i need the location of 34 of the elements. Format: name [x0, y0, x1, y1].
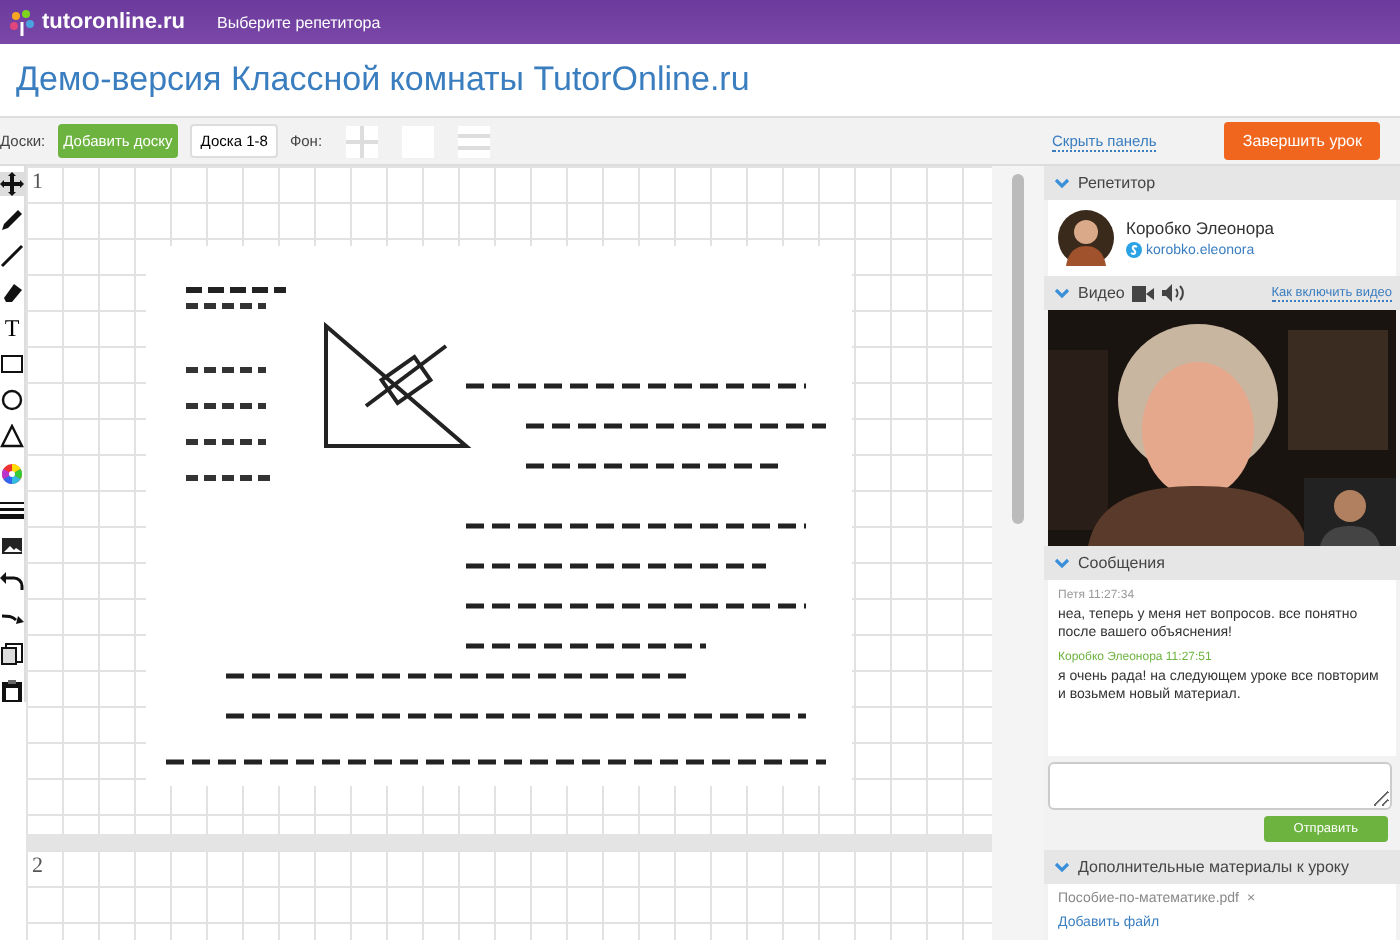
skype-icon — [1126, 242, 1142, 258]
page-number: 2 — [32, 854, 45, 878]
clipboard-icon[interactable] — [0, 677, 24, 702]
message-input[interactable] — [1048, 762, 1392, 810]
section-title[interactable]: Сообщения — [1078, 554, 1165, 572]
undo-icon[interactable] — [0, 569, 24, 594]
page-number: 1 — [32, 170, 45, 194]
line-icon[interactable] — [0, 244, 24, 269]
line-thickness-icon[interactable] — [0, 497, 24, 522]
whiteboard-page[interactable]: 2 — [26, 850, 993, 940]
chevron-icon — [1054, 287, 1070, 299]
section-title[interactable]: Видео — [1078, 284, 1125, 302]
color-wheel-icon[interactable] — [0, 461, 24, 486]
image-icon[interactable] — [0, 533, 24, 558]
scrollbar-thumb[interactable] — [1012, 174, 1025, 524]
chevron-icon — [1054, 177, 1070, 189]
whiteboard-page[interactable]: 1 — [26, 166, 993, 834]
section-title[interactable]: Репетитор — [1078, 174, 1156, 192]
chevron-icon — [1054, 557, 1070, 569]
tutor-name: Коробко Элеонора — [1126, 218, 1275, 238]
rectangle-icon[interactable] — [0, 352, 24, 377]
move-icon[interactable] — [0, 172, 24, 197]
chevron-icon — [1054, 861, 1070, 873]
camera-icon[interactable] — [1132, 285, 1155, 301]
avatar — [1058, 210, 1114, 266]
speaker-icon[interactable] — [1162, 284, 1185, 302]
tree-logo-icon — [8, 8, 36, 36]
circle-icon[interactable] — [0, 388, 24, 413]
copy-icon[interactable] — [0, 641, 24, 666]
page-title: Демо-версия Классной комнаты TutorOnline.ru — [16, 60, 750, 100]
choose-tutor-link[interactable]: Выберите репетитора — [217, 13, 381, 31]
text-tool[interactable]: T — [0, 316, 24, 341]
logo-text[interactable]: tutoronline.ru — [42, 10, 185, 34]
triangle-icon[interactable] — [0, 424, 24, 449]
